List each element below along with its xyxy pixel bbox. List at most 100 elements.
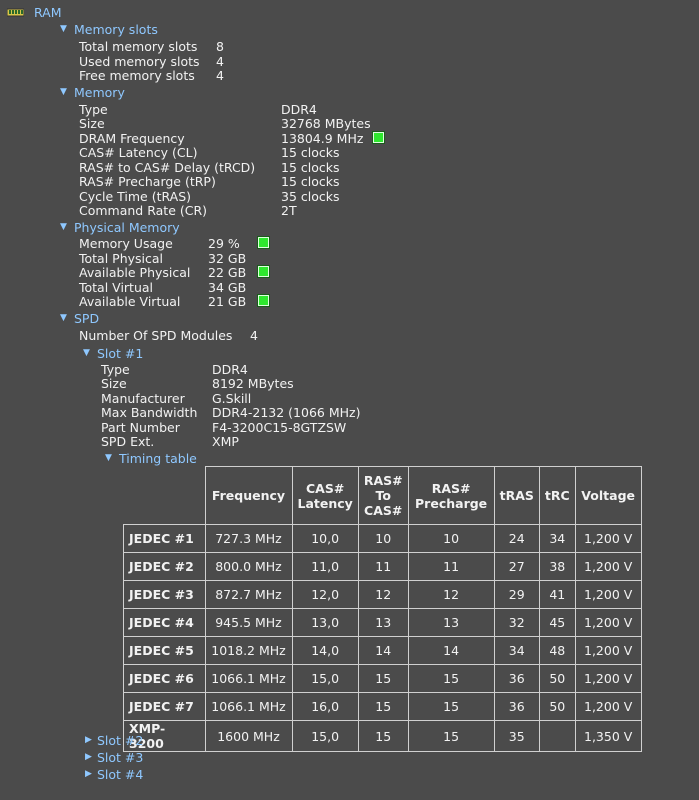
status-indicator-icon [373, 132, 384, 143]
property-value: 13804.9 MHz [281, 131, 364, 146]
timing-cell: 11,0 [291, 552, 359, 581]
property-label: Number Of SPD Modules [79, 328, 233, 343]
timing-table-header[interactable]: Timing table [119, 451, 197, 466]
ram-node-label[interactable]: RAM [34, 5, 62, 20]
timing-cell: 24 [493, 524, 540, 553]
timing-cell: 34 [538, 524, 576, 553]
timing-cell: 14 [357, 636, 409, 665]
timing-cell: 15,0 [291, 664, 359, 693]
timing-cell: 1,200 V [574, 524, 642, 553]
expand-arrow-icon[interactable]: ▶ [85, 733, 92, 748]
timing-cell: 13,0 [291, 608, 359, 637]
timing-cell: 15,0 [291, 720, 359, 752]
spd-header[interactable]: SPD [74, 311, 99, 326]
timing-cell: 727.3 MHz [204, 524, 293, 553]
timing-row: JEDEC #7 1066.1 MHz 16,0 15 15 36 50 1,200 V [123, 692, 642, 721]
slot2-header[interactable]: Slot #2 [97, 733, 143, 748]
slot4-header[interactable]: Slot #4 [97, 767, 143, 782]
timing-col-header: Frequency [204, 466, 293, 525]
collapse-arrow-icon[interactable]: ▼ [60, 22, 67, 37]
property-value: G.Skill [212, 391, 252, 406]
timing-cell: 11 [357, 552, 409, 581]
timing-row: JEDEC #5 1018.2 MHz 14,0 14 14 34 48 1,200 V [123, 636, 642, 665]
timing-cell: 15 [357, 720, 409, 752]
property-value: F4-3200C15-8GTZSW [212, 420, 347, 435]
timing-cell: 16,0 [291, 692, 359, 721]
property-label: CAS# Latency (CL) [79, 145, 198, 160]
timing-cell: 11 [407, 552, 495, 581]
property-label: Command Rate (CR) [79, 203, 208, 218]
property-label: Total memory slots [79, 39, 198, 54]
property-value: 22 GB [208, 265, 247, 280]
timing-cell: 36 [493, 664, 540, 693]
property-label: RAS# to CAS# Delay (tRCD) [79, 160, 256, 175]
timing-cell: 29 [493, 580, 540, 609]
property-value: 8 [216, 39, 224, 54]
timing-cell: 10 [357, 524, 409, 553]
timing-cell: 12,0 [291, 580, 359, 609]
memory-slots-header[interactable]: Memory slots [74, 22, 158, 37]
property-value: 4 [216, 54, 224, 69]
timing-cell: 1066.1 MHz [204, 664, 293, 693]
timing-cell: 14 [407, 636, 495, 665]
memory-header[interactable]: Memory [74, 85, 125, 100]
property-label: DRAM Frequency [79, 131, 185, 146]
timing-cell: 27 [493, 552, 540, 581]
timing-row-header: JEDEC #6 [123, 664, 206, 693]
timing-row: JEDEC #4 945.5 MHz 13,0 13 13 32 45 1,200 V [123, 608, 642, 637]
property-value: 15 clocks [281, 174, 340, 189]
property-value: DDR4 [281, 102, 317, 117]
physical-memory-header[interactable]: Physical Memory [74, 220, 180, 235]
timing-cell: 50 [538, 692, 576, 721]
status-indicator-icon [258, 295, 269, 306]
status-indicator-icon [258, 266, 269, 277]
status-indicator-icon [258, 237, 269, 248]
timing-row-header: JEDEC #2 [123, 552, 206, 581]
property-label: Available Virtual [79, 294, 181, 309]
timing-cell: 14,0 [291, 636, 359, 665]
collapse-arrow-icon[interactable]: ▼ [83, 346, 90, 361]
timing-cell: 1018.2 MHz [204, 636, 293, 665]
timing-cell: 800.0 MHz [204, 552, 293, 581]
property-value: XMP [212, 434, 239, 449]
timing-cell [538, 720, 576, 752]
property-label: Part Number [101, 420, 180, 435]
timing-cell: 15 [407, 720, 495, 752]
collapse-arrow-icon[interactable]: ▼ [60, 220, 67, 235]
property-label: Size [101, 376, 127, 391]
property-label: Manufacturer [101, 391, 185, 406]
slot3-header[interactable]: Slot #3 [97, 750, 143, 765]
property-label: Available Physical [79, 265, 191, 280]
timing-cell: 1,350 V [574, 720, 642, 752]
property-value: 15 clocks [281, 145, 340, 160]
expand-arrow-icon[interactable]: ▶ [85, 750, 92, 765]
slot1-header[interactable]: Slot #1 [97, 346, 143, 361]
timing-row-header: JEDEC #3 [123, 580, 206, 609]
timing-cell: 35 [493, 720, 540, 752]
timing-col-header: tRAS [493, 466, 540, 525]
timing-row-header: JEDEC #7 [123, 692, 206, 721]
timing-cell: 1,200 V [574, 552, 642, 581]
property-value: 21 GB [208, 294, 247, 309]
timing-col-header: RAS# Precharge [407, 466, 495, 525]
collapse-arrow-icon[interactable]: ▼ [105, 451, 112, 466]
timing-cell: 872.7 MHz [204, 580, 293, 609]
timing-cell: 10,0 [291, 524, 359, 553]
collapse-arrow-icon[interactable]: ▼ [60, 311, 67, 326]
ram-icon [7, 8, 24, 17]
property-value: 8192 MBytes [212, 376, 294, 391]
collapse-arrow-icon[interactable]: ▼ [60, 85, 67, 100]
timing-row: JEDEC #1 727.3 MHz 10,0 10 10 24 34 1,200 V [123, 524, 642, 553]
timing-cell: 36 [493, 692, 540, 721]
property-value: DDR4 [212, 362, 248, 377]
property-label: Cycle Time (tRAS) [79, 189, 192, 204]
timing-cell: 34 [493, 636, 540, 665]
timing-cell: 13 [407, 608, 495, 637]
timing-cell: 38 [538, 552, 576, 581]
property-label: Used memory slots [79, 54, 200, 69]
timing-cell: 1,200 V [574, 664, 642, 693]
timing-cell: 15 [407, 664, 495, 693]
property-value: DDR4-2132 (1066 MHz) [212, 405, 361, 420]
property-label: Total Physical [79, 251, 164, 266]
expand-arrow-icon[interactable]: ▶ [85, 767, 92, 782]
